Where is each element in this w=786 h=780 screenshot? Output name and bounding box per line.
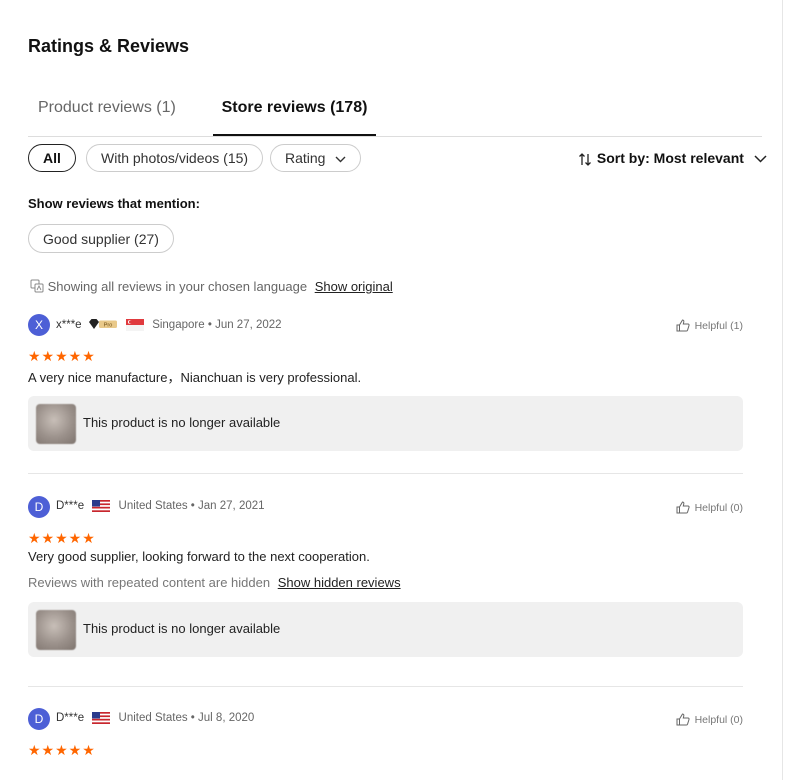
chevron-down-icon [335, 156, 346, 163]
review-item: D D***e United States • Jul 8, 2020 Help… [28, 708, 743, 758]
helpful-button[interactable]: Helpful (1) [676, 319, 743, 332]
review-item: X x***e Pro Singapore • Jun 27, 2022 Hel… [28, 314, 743, 451]
sort-icon [579, 152, 591, 166]
sort-dropdown[interactable]: Sort by: Most relevant [578, 150, 767, 167]
show-original-link[interactable]: Show original [315, 279, 393, 294]
language-note-text: Showing all reviews in your chosen langu… [47, 279, 308, 294]
page-title: Ratings & Reviews [28, 36, 190, 56]
star-rating: ★★★★★ [28, 530, 96, 546]
filter-all-chip[interactable]: All [28, 144, 76, 172]
product-thumbnail [36, 404, 76, 444]
review-text: A very nice manufacture，Nianchuan is ver… [28, 370, 362, 385]
tab-store-reviews[interactable]: Store reviews (178) [213, 94, 376, 136]
reviewer-country: Singapore [152, 319, 205, 331]
pro-badge-text: Pro [104, 323, 113, 329]
product-unavailable-text: This product is no longer available [83, 621, 281, 636]
reviews-panel: Ratings & Reviews Product reviews (1) St… [0, 0, 783, 780]
mentions-heading: Show reviews that mention: [28, 196, 200, 211]
review-date: Jul 8, 2020 [198, 712, 255, 725]
rating-label: Rating [285, 150, 326, 166]
avatar: D [28, 708, 50, 730]
helpful-count: Helpful (0) [694, 714, 743, 726]
reviewer-name: x***e [56, 319, 82, 331]
review-text: Very good supplier, looking forward to t… [28, 549, 370, 564]
review-meta: D***e United States • Jul 8, 2020 [56, 712, 255, 725]
reviewer-country: United States [118, 500, 188, 513]
divider [28, 686, 743, 687]
filter-photos-chip[interactable]: With photos/videos (15) [86, 144, 264, 172]
divider [28, 473, 743, 474]
singapore-flag-icon [125, 318, 144, 331]
review-date: Jan 27, 2021 [198, 500, 265, 513]
filter-rating-dropdown[interactable]: Rating [270, 144, 362, 172]
sort-label: Sort by: Most relevant [596, 150, 744, 166]
helpful-count: Helpful (1) [694, 320, 743, 332]
avatar: X [28, 314, 50, 336]
reviewer-name: D***e [56, 500, 85, 513]
review-date: Jun 27, 2022 [215, 319, 282, 331]
product-card[interactable]: This product is no longer available [28, 396, 743, 451]
mention-tag-good-supplier[interactable]: Good supplier (27) [28, 224, 174, 253]
us-flag-icon [92, 500, 111, 512]
reviewer-country: United States [118, 712, 188, 725]
hidden-note-text: Reviews with repeated content are hidden [28, 575, 271, 590]
avatar: D [28, 496, 50, 518]
translate-icon [30, 279, 44, 293]
thumbs-up-icon [676, 319, 690, 332]
review-tabs: Product reviews (1) Store reviews (178) [28, 94, 762, 137]
product-card[interactable]: This product is no longer available [28, 602, 743, 657]
reviewer-name: D***e [56, 712, 85, 725]
star-rating: ★★★★★ [28, 742, 96, 758]
us-flag-icon [92, 712, 111, 724]
review-meta: x***e Pro Singapore • Jun 27, 2022 [56, 318, 282, 331]
tab-product-reviews[interactable]: Product reviews (1) [38, 94, 176, 136]
star-rating: ★★★★★ [28, 348, 96, 364]
pro-badge-icon: Pro [88, 319, 117, 329]
hidden-reviews-note: Reviews with repeated content are hidden… [28, 575, 743, 590]
helpful-button[interactable]: Helpful (0) [676, 501, 743, 514]
chevron-down-icon [754, 155, 767, 163]
thumbs-up-icon [676, 501, 690, 514]
helpful-count: Helpful (0) [694, 502, 743, 514]
product-unavailable-text: This product is no longer available [83, 415, 281, 430]
review-meta: D***e United States • Jan 27, 2021 [56, 500, 265, 513]
helpful-button[interactable]: Helpful (0) [676, 713, 743, 726]
product-thumbnail [36, 610, 76, 650]
review-item: D D***e United States • Jan 27, 2021 Hel… [28, 496, 743, 657]
show-hidden-reviews-link[interactable]: Show hidden reviews [278, 575, 401, 590]
thumbs-up-icon [676, 713, 690, 726]
language-note: Showing all reviews in your chosen langu… [30, 279, 393, 294]
